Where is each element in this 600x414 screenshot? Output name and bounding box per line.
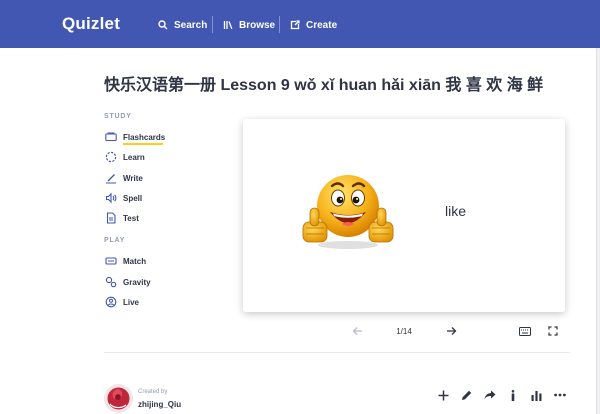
- search-icon: [158, 20, 168, 30]
- flashcards-icon: [104, 130, 118, 144]
- sidebar-item-match[interactable]: Match: [104, 254, 146, 268]
- nav-search[interactable]: Search: [158, 18, 207, 32]
- quizlet-logo[interactable]: Quizlet: [62, 14, 120, 34]
- plus-icon: [438, 390, 448, 400]
- sidebar-item-label: Gravity: [123, 277, 151, 287]
- nav-divider: [279, 16, 280, 33]
- sidebar-item-label: Match: [123, 256, 147, 266]
- keyboard-icon: [519, 326, 531, 336]
- spell-icon: [104, 191, 118, 205]
- smiley-thumbs-up-icon: [302, 175, 394, 249]
- active-tab-underline: [123, 143, 163, 145]
- progress-button[interactable]: [529, 388, 543, 402]
- nav-browse[interactable]: Browse: [223, 18, 275, 32]
- card-counter: 1/14: [396, 327, 412, 336]
- sidebar-item-flashcards[interactable]: Flashcards: [104, 130, 165, 144]
- nav-create[interactable]: Create: [290, 18, 337, 32]
- study-section-label: STUDY: [104, 113, 132, 120]
- library-icon: [223, 21, 233, 30]
- window-scrollbar[interactable]: [596, 48, 600, 414]
- sidebar-item-write[interactable]: Write: [104, 171, 143, 185]
- next-card-button[interactable]: [444, 324, 458, 338]
- live-icon: [104, 295, 118, 309]
- section-divider: [104, 352, 570, 353]
- flashcard-term: like: [445, 203, 467, 219]
- sidebar-item-label: Spell: [123, 193, 143, 203]
- sidebar-item-label: Test: [123, 213, 139, 223]
- creator-username[interactable]: zhijing_Qiu: [138, 400, 181, 409]
- set-title: 快乐汉语第一册 Lesson 9 wǒ xǐ huan hǎi xiān 我 喜…: [104, 77, 544, 94]
- more-horizontal-icon: [554, 393, 566, 397]
- nav-divider: [212, 16, 213, 33]
- play-section-label: PLAY: [104, 237, 126, 244]
- arrow-left-icon: [352, 327, 362, 335]
- write-icon: [104, 171, 118, 185]
- sidebar-item-label: Flashcards: [123, 132, 166, 142]
- sidebar-item-label: Live: [123, 297, 140, 307]
- sidebar-item-spell[interactable]: Spell: [104, 191, 142, 205]
- previous-card-button[interactable]: [350, 324, 364, 338]
- fullscreen-icon: [548, 326, 558, 336]
- rose-avatar-icon: [104, 384, 133, 413]
- creator-avatar[interactable]: [104, 384, 133, 413]
- flashcard[interactable]: [243, 119, 565, 312]
- top-navigation-bar: Quizlet Search Browse Create: [0, 0, 600, 48]
- pencil-icon: [461, 390, 471, 400]
- nav-search-label: Search: [174, 19, 208, 31]
- nav-create-label: Create: [306, 19, 338, 31]
- sidebar-item-live[interactable]: Live: [104, 295, 139, 309]
- sidebar-item-gravity[interactable]: Gravity: [104, 275, 151, 289]
- sidebar-item-label: Write: [123, 173, 143, 183]
- add-to-folder-button[interactable]: [436, 388, 450, 402]
- info-icon: [511, 389, 515, 401]
- sidebar-item-test[interactable]: Test: [104, 211, 139, 225]
- info-button[interactable]: [507, 388, 519, 402]
- match-icon: [104, 254, 118, 268]
- fullscreen-button[interactable]: [547, 325, 559, 337]
- keyboard-shortcuts-button[interactable]: [518, 325, 532, 337]
- sidebar-item-learn[interactable]: Learn: [104, 150, 145, 164]
- gravity-icon: [104, 275, 118, 289]
- create-icon: [290, 20, 300, 30]
- sidebar-item-label: Learn: [123, 152, 145, 162]
- learn-icon: [104, 150, 118, 164]
- test-icon: [104, 211, 118, 225]
- created-by-label: Created by: [138, 389, 168, 395]
- more-options-button[interactable]: [553, 388, 567, 402]
- share-button[interactable]: [483, 388, 497, 402]
- edit-button[interactable]: [459, 388, 473, 402]
- arrow-right-icon: [446, 327, 456, 335]
- bar-chart-icon: [531, 390, 541, 401]
- share-arrow-icon: [484, 390, 496, 400]
- nav-browse-label: Browse: [239, 19, 276, 31]
